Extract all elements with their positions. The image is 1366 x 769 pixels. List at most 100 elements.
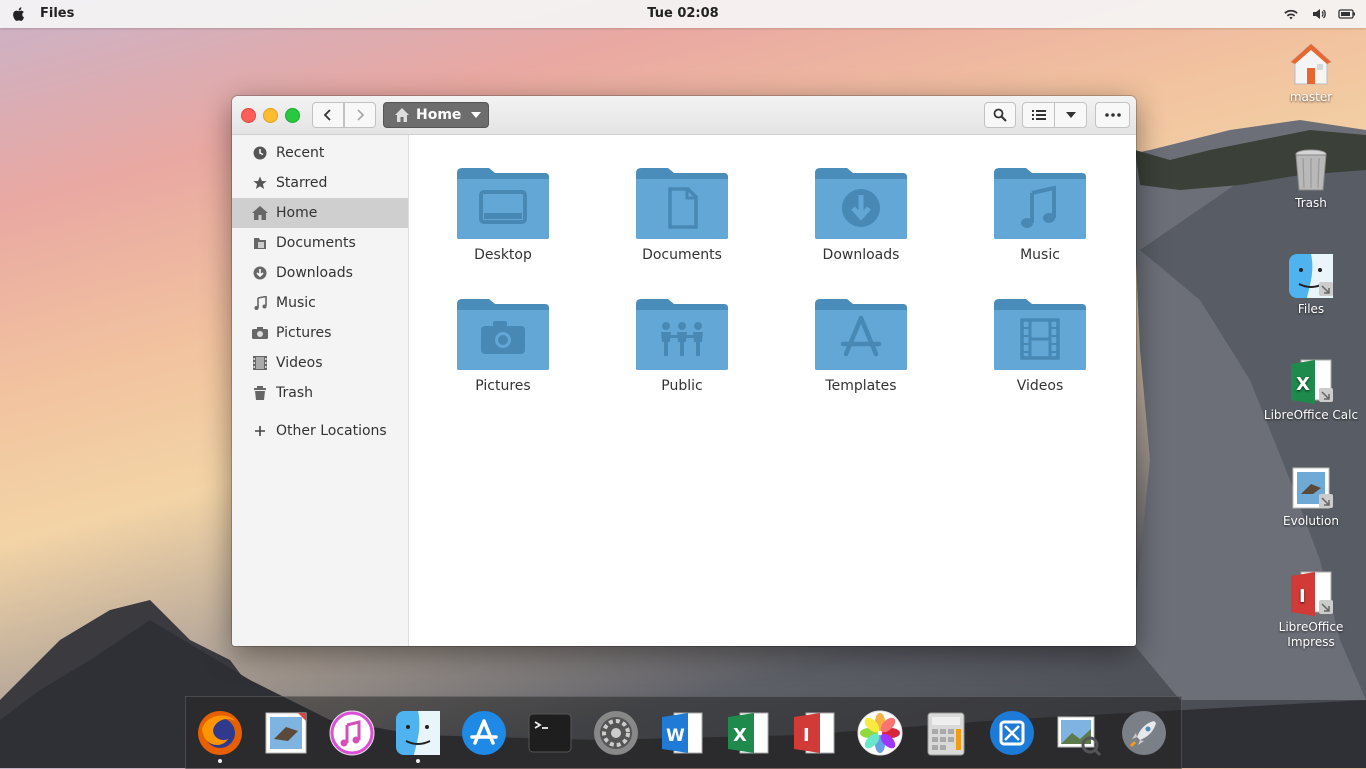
- sidebar-item-label: Starred: [276, 175, 328, 191]
- chevron-down-icon: [1065, 112, 1076, 118]
- preview-icon[interactable]: [1054, 709, 1102, 757]
- back-button[interactable]: [312, 102, 344, 128]
- trash-icon: [252, 385, 268, 401]
- search-icon: [993, 108, 1007, 122]
- file-view: Desktop Documents Downloads Music Pictur…: [409, 135, 1136, 646]
- desktop-icon-libreoffice-impress[interactable]: I LibreOffice Impress: [1256, 570, 1366, 650]
- header-bar: Home: [232, 96, 1136, 135]
- film-icon: [252, 355, 268, 371]
- desktop-icon-evolution[interactable]: Evolution: [1256, 464, 1366, 529]
- folder-item-pictures[interactable]: Pictures: [433, 296, 573, 394]
- view-options-button[interactable]: [1054, 102, 1087, 128]
- folder-item-videos[interactable]: Videos: [970, 296, 1110, 394]
- home-icon: [395, 108, 409, 122]
- sidebar-item-recent[interactable]: Recent: [232, 138, 408, 168]
- calculator-icon[interactable]: [922, 709, 970, 757]
- libreoffice-impress-icon: I: [1287, 570, 1335, 618]
- camera-icon: [252, 325, 268, 341]
- desktop-icon-label: Files: [1297, 302, 1325, 316]
- sidebar-item-pictures[interactable]: Pictures: [232, 318, 408, 348]
- sidebar-item-music[interactable]: Music: [232, 288, 408, 318]
- finder-icon[interactable]: [394, 709, 442, 757]
- documents-folder-icon: [636, 168, 728, 239]
- folder-label: Downloads: [822, 247, 900, 263]
- list-icon: [1031, 110, 1046, 120]
- folder-label: Templates: [825, 378, 897, 394]
- location-path-button[interactable]: Home: [383, 102, 489, 128]
- svg-text:X: X: [733, 725, 747, 746]
- desktop-icon-trash[interactable]: Trash: [1256, 146, 1366, 211]
- desktop-folder-icon: [457, 168, 549, 239]
- evolution-mail-icon: [1287, 464, 1335, 512]
- launchpad-icon[interactable]: [1120, 709, 1168, 757]
- folder-item-documents[interactable]: Documents: [612, 165, 752, 263]
- desktop-icon-files[interactable]: Files: [1256, 252, 1366, 317]
- battery-icon[interactable]: [1338, 5, 1356, 23]
- sidebar-item-documents[interactable]: Documents: [232, 228, 408, 258]
- terminal-icon[interactable]: [526, 709, 574, 757]
- sidebar-item-label: Music: [276, 295, 316, 311]
- app-store-icon[interactable]: [460, 709, 508, 757]
- desktop-icon-label: Evolution: [1283, 514, 1339, 528]
- impress-icon[interactable]: I: [790, 709, 838, 757]
- search-button[interactable]: [984, 102, 1016, 128]
- svg-text:X: X: [1296, 374, 1310, 395]
- sidebar-item-label: Pictures: [276, 325, 332, 341]
- files-window: Home Recent Starred Home Documents Downl…: [232, 96, 1136, 646]
- chevron-down-icon: [471, 112, 482, 118]
- volume-icon[interactable]: [1310, 5, 1328, 23]
- firefox-icon[interactable]: [196, 709, 244, 757]
- path-label: Home: [416, 107, 462, 123]
- folder-label: Videos: [1016, 378, 1064, 394]
- sidebar-item-label: Recent: [276, 145, 325, 161]
- svg-text:I: I: [803, 725, 810, 746]
- folder-item-music[interactable]: Music: [970, 165, 1110, 263]
- photos-icon[interactable]: [856, 709, 904, 757]
- sidebar-item-downloads[interactable]: Downloads: [232, 258, 408, 288]
- menu-button[interactable]: [1095, 102, 1130, 128]
- folder-label: Pictures: [475, 378, 531, 394]
- sidebar-item-videos[interactable]: Videos: [232, 348, 408, 378]
- svg-text:W: W: [666, 726, 685, 746]
- videos-folder-icon: [994, 299, 1086, 370]
- home-icon: [252, 205, 268, 221]
- itunes-icon[interactable]: [328, 709, 376, 757]
- sidebar-item-other-locations[interactable]: Other Locations: [232, 416, 408, 446]
- system-preferences-icon[interactable]: [592, 709, 640, 757]
- desktop-icon-home[interactable]: master: [1256, 40, 1366, 105]
- sidebar-item-label: Videos: [276, 355, 323, 371]
- mail-icon[interactable]: [262, 709, 310, 757]
- folder-item-downloads[interactable]: Downloads: [791, 165, 931, 263]
- sidebar-item-starred[interactable]: Starred: [232, 168, 408, 198]
- running-indicator: [416, 759, 420, 763]
- word-icon[interactable]: W: [658, 709, 706, 757]
- forward-button[interactable]: [344, 102, 376, 128]
- libreoffice-calc-icon: X: [1287, 358, 1335, 406]
- desktop-icon-label: LibreOffice Calc: [1263, 408, 1359, 422]
- music-folder-icon: [994, 168, 1086, 239]
- downloads-folder-icon: [815, 168, 907, 239]
- folder-item-desktop[interactable]: Desktop: [433, 165, 573, 263]
- folder-label: Music: [1020, 247, 1060, 263]
- close-button[interactable]: [241, 108, 256, 123]
- desktop-icon-label: Trash: [1295, 196, 1327, 210]
- places-sidebar: Recent Starred Home Documents Downloads …: [232, 135, 409, 646]
- folder-label: Public: [661, 378, 703, 394]
- svg-text:I: I: [1299, 586, 1306, 607]
- xcode-icon[interactable]: [988, 709, 1036, 757]
- desktop-icon-libreoffice-calc[interactable]: X LibreOffice Calc: [1256, 358, 1366, 423]
- list-view-button[interactable]: [1022, 102, 1055, 128]
- maximize-button[interactable]: [285, 108, 300, 123]
- dock: W X I: [185, 696, 1182, 769]
- folder-item-templates[interactable]: Templates: [791, 296, 931, 394]
- minimize-button[interactable]: [263, 108, 278, 123]
- folder-label: Documents: [642, 247, 722, 263]
- running-indicator: [218, 759, 222, 763]
- folder-item-public[interactable]: Public: [612, 296, 752, 394]
- clock[interactable]: Tue 02:08: [0, 6, 1366, 21]
- sidebar-item-trash[interactable]: Trash: [232, 378, 408, 408]
- sidebar-item-home[interactable]: Home: [232, 198, 408, 228]
- excel-icon[interactable]: X: [724, 709, 772, 757]
- templates-folder-icon: [815, 299, 907, 370]
- wifi-icon[interactable]: [1282, 5, 1300, 23]
